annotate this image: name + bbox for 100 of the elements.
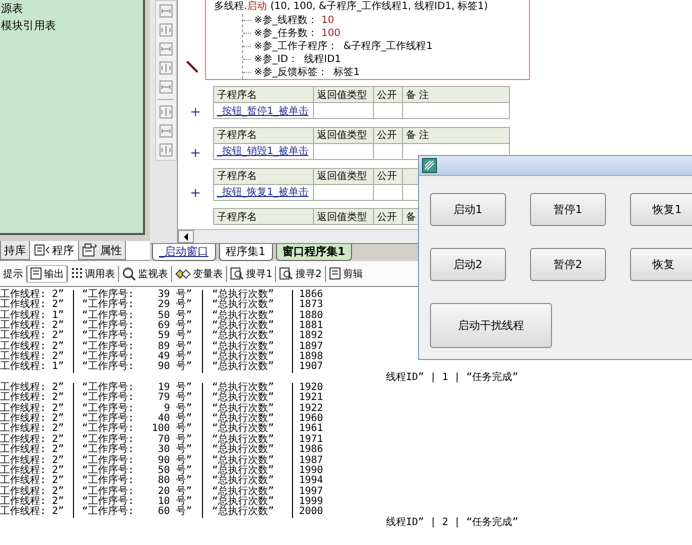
output-text: “工作序号: xyxy=(82,444,134,456)
column-header: 备 注 xyxy=(402,127,510,144)
output-text: 工作线程: 2” xyxy=(0,424,66,434)
editor-tab[interactable]: 窗口程序集1 xyxy=(276,244,352,261)
output-text: “工作序号: xyxy=(82,330,134,342)
output-text: 80 号” xyxy=(158,475,192,486)
column-header: 返回值类型 xyxy=(314,86,374,102)
output-text: “工作序号: xyxy=(82,506,134,518)
output-tab[interactable]: 监视表 xyxy=(119,264,171,282)
output-text: 1921 xyxy=(299,392,324,404)
output-text: 工作线程: 2” xyxy=(0,466,66,476)
output-text: 工作线程: 2” xyxy=(0,456,66,466)
output-text: 89 号” xyxy=(158,340,192,352)
output-tab[interactable]: 提示 xyxy=(0,264,26,282)
column-header: 子程序名 xyxy=(214,86,314,102)
output-text: 工作线程: 2” xyxy=(0,342,66,352)
output-text: 90 号” xyxy=(158,361,192,372)
output-text: 工作线程: 2” xyxy=(0,331,66,342)
output-text: 90 号” xyxy=(158,454,192,466)
output-text: 工作线程: 2” xyxy=(0,404,66,414)
form-button[interactable]: 启动1 xyxy=(430,193,506,226)
output-text: “工作序号: xyxy=(82,289,134,300)
parameter-line: ※参_线程数： 10 xyxy=(254,14,334,27)
output-text: 工作线程: 2” xyxy=(0,507,66,518)
output-text: “总执行次数” xyxy=(212,464,274,476)
tree-item[interactable]: 源表 xyxy=(1,0,143,17)
output-tab[interactable]: 变量表 xyxy=(172,264,226,282)
grid-icon xyxy=(71,267,83,280)
expand-toggle[interactable]: + xyxy=(190,104,201,120)
output-text: 20 号” xyxy=(158,486,192,497)
output-text: 1922 xyxy=(299,402,324,414)
form-button[interactable]: 恢复 xyxy=(630,248,692,281)
output-text: “工作序号: xyxy=(82,361,134,372)
output-text: 工作线程: 1” xyxy=(0,362,66,373)
output-text: 工作线程: 2” xyxy=(0,300,66,310)
form-button[interactable]: 启动2 xyxy=(430,248,506,281)
output-text: “工作序号: xyxy=(82,496,134,507)
output-text: “总执行次数” xyxy=(212,486,274,497)
output-text: 1986 xyxy=(299,444,324,456)
output-text: “总执行次数” xyxy=(212,506,274,518)
property-icon xyxy=(82,243,98,258)
form-button[interactable]: 暂停2 xyxy=(530,248,606,281)
column-header: 返回值类型 xyxy=(314,208,374,225)
scroll-left-button[interactable] xyxy=(178,230,194,243)
output-text: 1960 xyxy=(299,413,324,424)
output-text: “工作序号: xyxy=(82,486,134,497)
output-text: 1880 xyxy=(299,310,324,321)
align-icon[interactable] xyxy=(159,143,173,157)
parameter-line: ※参_ID： 线程ID1 xyxy=(254,53,342,66)
form-button[interactable]: 启动干扰线程 xyxy=(430,303,552,348)
align-icon[interactable] xyxy=(159,61,173,75)
output-tab[interactable]: 搜寻2 xyxy=(276,264,325,282)
align-icon[interactable] xyxy=(159,80,173,94)
output-text: 1866 xyxy=(299,289,324,300)
align-icon[interactable] xyxy=(159,4,173,18)
editor-tab[interactable]: _启动窗口 xyxy=(152,244,216,261)
output-text: 1961 xyxy=(299,423,324,434)
variables-icon xyxy=(175,268,191,280)
output-text: 1971 xyxy=(299,434,324,445)
column-header: 公开 xyxy=(374,127,402,144)
panel-tab[interactable]: 属性 xyxy=(78,241,126,260)
output-text: “工作序号: xyxy=(82,392,134,404)
form-button[interactable]: 恢复1 xyxy=(630,193,692,226)
output-text: 19 号” xyxy=(158,382,192,394)
output-tab[interactable]: 调用表 xyxy=(68,264,118,282)
output-tab[interactable]: 剪辑 xyxy=(326,264,366,282)
expand-toggle[interactable]: + xyxy=(190,146,201,160)
output-text: 工作线程: 2” xyxy=(0,290,66,300)
align-icon[interactable] xyxy=(159,23,173,37)
column-header: 备 注 xyxy=(402,86,510,102)
output-text: 70 号” xyxy=(158,434,192,445)
output-text: 1920 xyxy=(299,382,324,394)
document-icon xyxy=(34,244,50,256)
panel-tab[interactable]: 持库 xyxy=(0,241,30,260)
output-text: 9 号” xyxy=(164,402,192,414)
parameter-line: ※参_任务数： 100 xyxy=(254,27,340,40)
document-icon xyxy=(328,267,341,280)
output-text: 工作线程: 2” xyxy=(0,496,66,507)
form-button[interactable]: 暂停1 xyxy=(530,193,606,226)
document-icon xyxy=(30,267,42,280)
column-header: 公开 xyxy=(374,86,402,102)
output-text: 1994 xyxy=(299,475,324,486)
editor-tab[interactable]: 程序集1 xyxy=(218,244,272,261)
column-header: 子程序名 xyxy=(214,208,314,225)
output-tab[interactable]: 输出 xyxy=(27,264,67,282)
expand-toggle[interactable]: + xyxy=(190,186,201,202)
output-text: 线程ID” | 2 | “任务完成” xyxy=(386,518,518,528)
column-header: 子程序名 xyxy=(214,168,314,184)
output-text: “总执行次数” xyxy=(212,444,274,456)
align-icon[interactable] xyxy=(159,105,173,119)
output-text: “工作序号: xyxy=(82,340,134,352)
output-tab[interactable]: 搜寻1 xyxy=(227,264,276,282)
align-icon[interactable] xyxy=(159,42,173,56)
output-text: “总执行次数” xyxy=(212,392,274,404)
align-icon[interactable] xyxy=(159,124,173,138)
tree-item[interactable]: 模块引用表 xyxy=(1,17,143,34)
output-text: 1990 xyxy=(299,464,324,476)
output-text: 50 号” xyxy=(158,464,192,476)
output-text: 1999 xyxy=(299,496,324,507)
column-header: 公开 xyxy=(374,208,402,225)
